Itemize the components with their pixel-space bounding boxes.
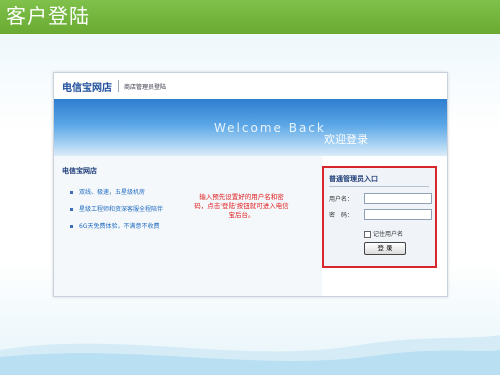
top-bar: 电信宝网店 商店管理员登陆 [54,73,447,100]
login-page-screenshot: 电信宝网店 商店管理员登陆 Welcome Back 欢迎登录 电信宝网店 双线… [53,72,448,297]
top-divider [118,80,119,92]
site-subtitle: 商店管理员登陆 [124,84,167,91]
username-label: 用户名： [329,196,354,203]
bullet-icon [70,191,73,194]
site-name[interactable]: 电信宝网店 [62,79,112,94]
remember-username[interactable]: 记住用户名 [364,229,403,238]
bullet-icon [70,208,73,211]
info-panel: 电信宝网店 双线、极速，五星级机房 星级工程师和资深客服全程陪伴 6G天免费体验… [54,156,322,296]
login-box: 普通管理员入口 用户名： 密 码： 记住用户名 登 录 [322,166,437,268]
feature-item: 星级工程师和资深客服全程陪伴 [70,204,163,213]
slide-background-wave [0,295,500,375]
banner-login-text: 欢迎登录 [324,133,368,146]
welcome-banner: Welcome Back 欢迎登录 [54,99,447,156]
password-input[interactable] [364,209,432,220]
login-button[interactable]: 登 录 [364,242,406,255]
remember-checkbox[interactable] [364,231,371,238]
slide-header: 客户登陆 [0,0,500,34]
feature-item: 双线、极速，五星级机房 [70,187,145,196]
login-divider [329,186,429,187]
username-input[interactable] [364,193,432,204]
instruction-annotation: 输入预先设置好的用户名和密码，点击'登陆'按钮就可进入电信宝后台。 [194,193,289,219]
remember-label: 记住用户名 [373,231,404,238]
bullet-icon [70,225,73,228]
info-panel-title: 电信宝网店 [62,167,97,175]
banner-welcome-text: Welcome Back [214,121,326,135]
password-label: 密 码： [329,212,354,219]
slide-title: 客户登陆 [6,4,90,28]
login-box-title: 普通管理员入口 [329,175,378,183]
feature-item: 6G天免费体验，不满意不收费 [70,221,159,230]
